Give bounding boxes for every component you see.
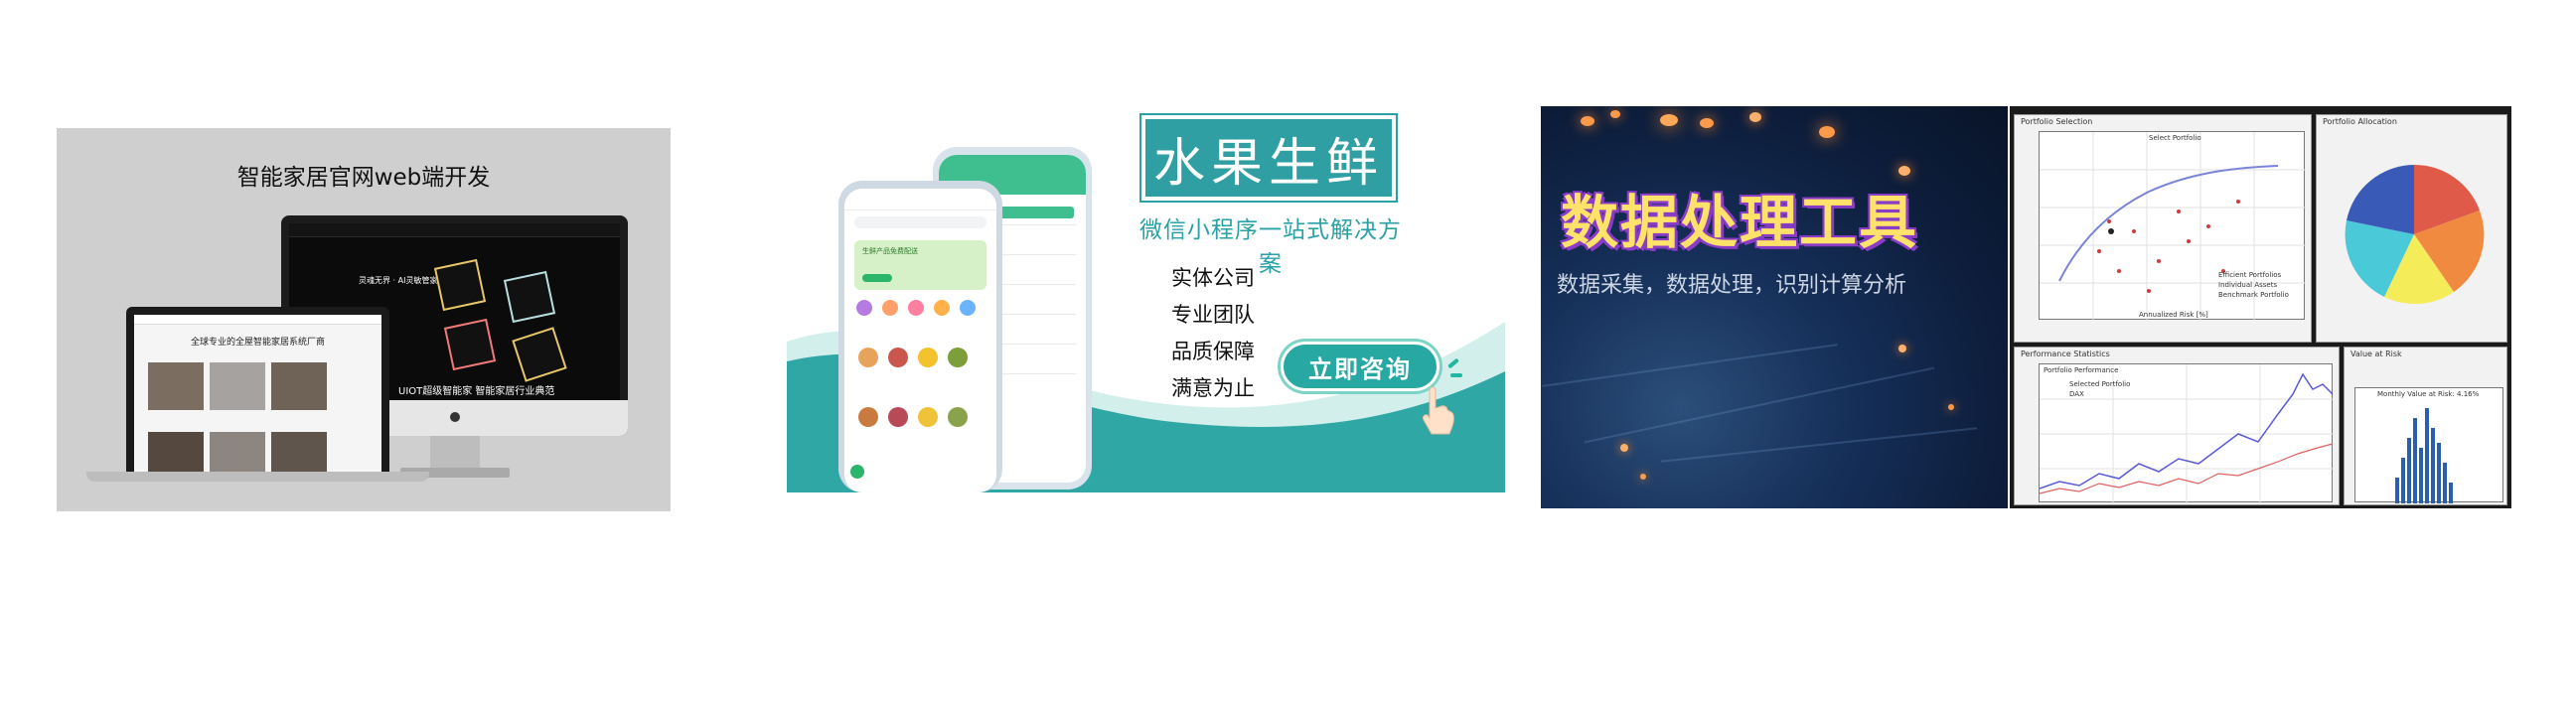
value-at-risk-panel: Value at Risk Monthly Value at Risk: 4.1…	[2344, 347, 2507, 505]
feature-item: 品质保障	[1171, 340, 1255, 363]
portfolio-analysis-card[interactable]: Portfolio Selection Select Portfolio Eff…	[2010, 106, 2511, 508]
portfolio-selection-panel: Portfolio Selection Select Portfolio Eff…	[2014, 114, 2312, 343]
fruit-miniprogram-card[interactable]: 生鲜产品免费配送 水果生鲜 微信小程序一站式解决方案 实体公司 专业团队 品质保…	[787, 103, 1505, 492]
data-tool-card[interactable]: 数据处理工具 数据采集，数据处理，识别计算分析	[1541, 106, 2008, 508]
spark-icon	[1450, 373, 1462, 377]
fruit-title-box: 水果生鲜	[1139, 113, 1398, 203]
x-axis-label: Annualized Risk [%]	[2139, 311, 2208, 319]
legend-label: DAX	[2069, 390, 2084, 398]
legend-label: Individual Assets	[2218, 281, 2278, 289]
legend-label: Selected Portfolio	[2069, 380, 2131, 388]
data-tool-title: 数据处理工具	[1561, 189, 1919, 256]
legend-label: Efficient Portfolios	[2218, 271, 2282, 279]
laptop-mockup: 全球专业的全屋智能家居系统厂商	[86, 307, 429, 495]
panel-title: Portfolio Selection	[2021, 117, 2093, 126]
monthly-var-histogram: Monthly Value at Risk: 4.16%	[2354, 387, 2503, 503]
legend-label: Benchmark Portfolio	[2218, 291, 2289, 299]
pointer-hand-icon	[1423, 386, 1454, 435]
plot-title: Monthly Value at Risk: 4.16%	[2377, 390, 2480, 398]
panel-title: Performance Statistics	[2021, 350, 2110, 358]
fruit-title: 水果生鲜	[1145, 119, 1392, 197]
imac-caption: UIOT超级智能家 智能家居行业典范	[398, 386, 555, 397]
card-title: 智能家居官网web端开发	[236, 165, 491, 191]
imac-subtitle: 灵魂无界 · AI灵敏管家	[359, 276, 438, 285]
feature-item: 满意为止	[1171, 376, 1255, 400]
feature-item: 实体公司	[1171, 266, 1255, 290]
portfolio-allocation-panel: Portfolio Allocation	[2316, 114, 2507, 343]
select-portfolio-plot: Select Portfolio Efficient Portfolios In…	[2039, 131, 2306, 321]
promo-banner-text: 生鲜产品免费配送	[862, 247, 918, 255]
plot-title: Select Portfolio	[2149, 134, 2201, 142]
consult-button[interactable]: 立即咨询	[1281, 342, 1440, 391]
portfolio-performance-plot: Portfolio Performance Selected Portfolio…	[2039, 363, 2334, 503]
laptop-title: 全球专业的全屋智能家居系统厂商	[190, 338, 325, 348]
data-tool-description: 数据采集，数据处理，识别计算分析	[1557, 273, 1907, 298]
plot-title: Portfolio Performance	[2044, 366, 2119, 374]
performance-statistics-panel: Performance Statistics Portfolio Perform…	[2014, 347, 2340, 505]
smart-home-card[interactable]: 智能家居官网web端开发 灵魂无界 · AI灵敏管家 UIOT超级智能家 智能家…	[57, 128, 671, 511]
promo-banner: 生鲜产品免费配送	[854, 240, 986, 290]
phone-front-mockup: 生鲜产品免费配送	[838, 181, 1002, 492]
allocation-pie-chart	[2345, 164, 2485, 305]
feature-item: 专业团队	[1171, 303, 1255, 327]
panel-title: Value at Risk	[2350, 350, 2402, 358]
